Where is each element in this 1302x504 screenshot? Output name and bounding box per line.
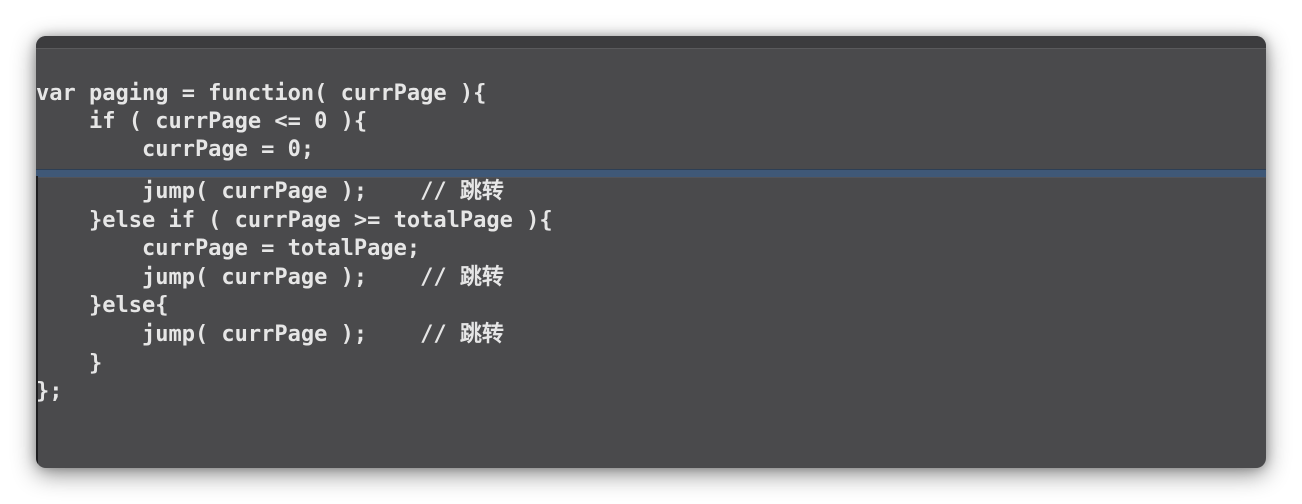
code-line: if ( currPage <= 0 ){ bbox=[36, 109, 368, 134]
code-line: }; bbox=[36, 379, 63, 405]
code-line: }else{ bbox=[36, 293, 169, 319]
editor-split-divider[interactable] bbox=[36, 169, 1266, 178]
code-line: } bbox=[36, 350, 103, 376]
code-line: jump( currPage ); // 跳转 bbox=[36, 264, 504, 290]
code-line: jump( currPage ); // 跳转 bbox=[36, 179, 504, 204]
code-line: currPage = 0; bbox=[36, 137, 315, 162]
window-top-edge bbox=[36, 36, 1266, 49]
code-viewer-window: var paging = function( currPage ){ if ( … bbox=[36, 36, 1266, 468]
window-left-edge bbox=[36, 176, 38, 468]
code-line: var paging = function( currPage ){ bbox=[36, 81, 487, 106]
code-line: jump( currPage ); // 跳转 bbox=[36, 321, 504, 347]
code-line: }else if ( currPage >= totalPage ){ bbox=[36, 207, 553, 233]
code-block-bottom[interactable]: jump( currPage ); // 跳转 }else if ( currP… bbox=[36, 178, 1266, 407]
code-block-top[interactable]: var paging = function( currPage ){ if ( … bbox=[36, 80, 1266, 164]
code-line: currPage = totalPage; bbox=[36, 236, 421, 262]
